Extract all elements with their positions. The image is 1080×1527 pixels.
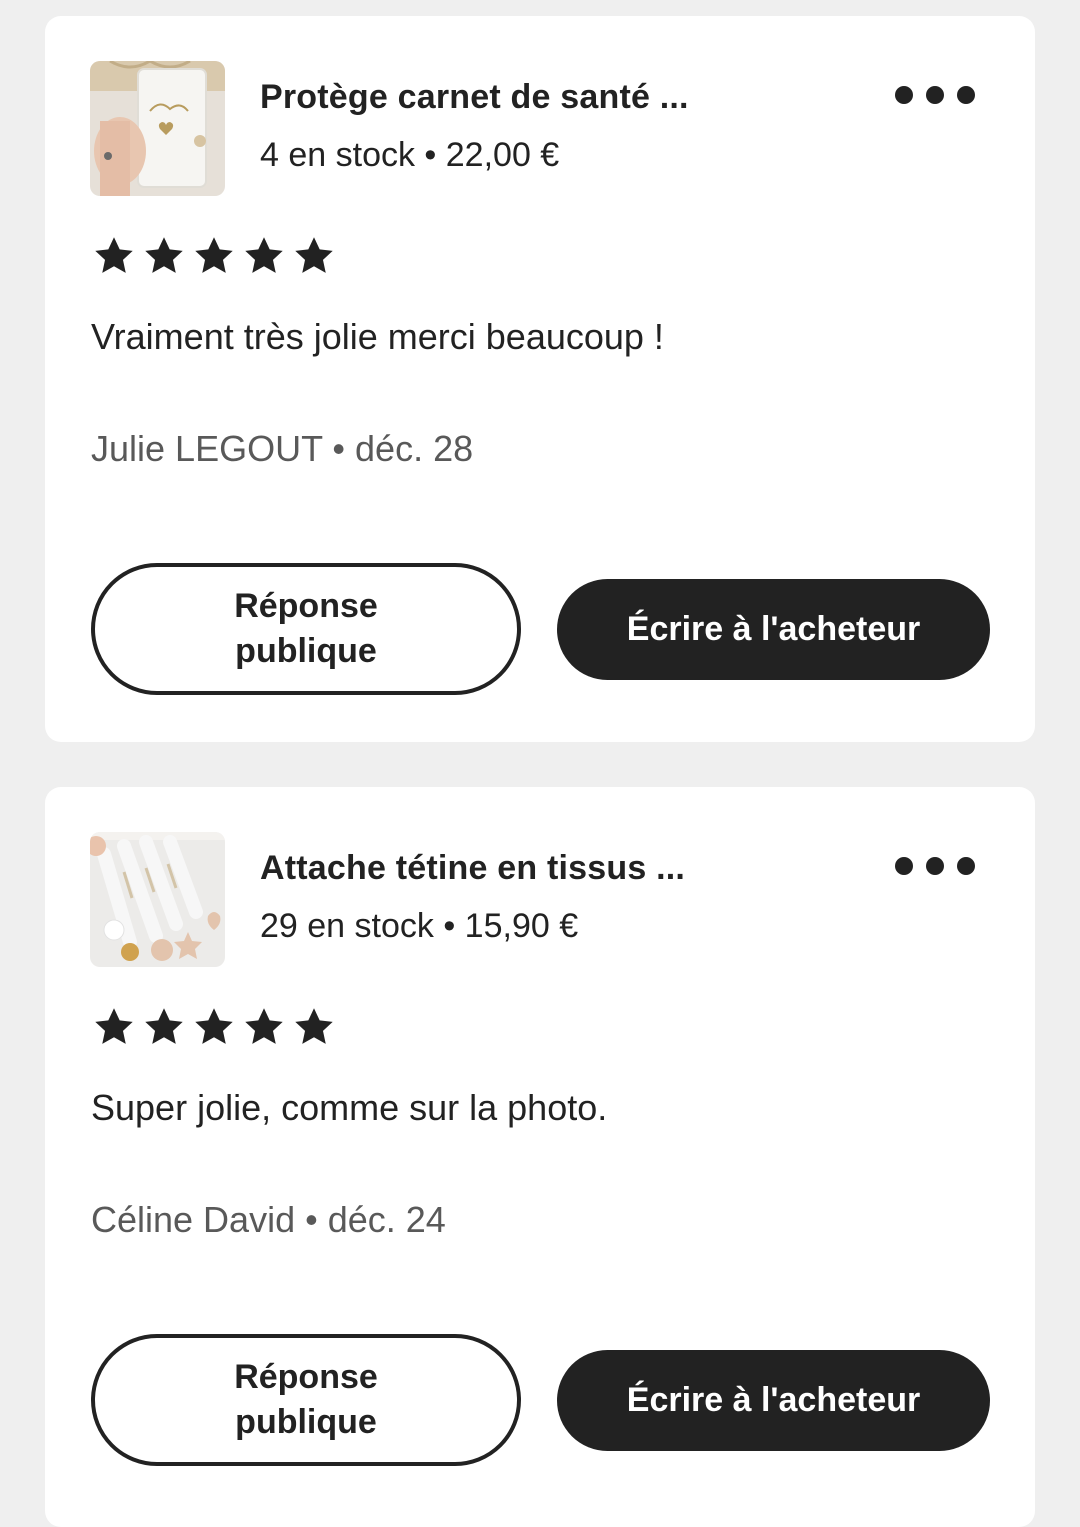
review-text: Vraiment très jolie merci beaucoup ! — [91, 316, 664, 357]
review-author-date: Julie LEGOUT • déc. 28 — [91, 428, 474, 469]
dot — [957, 857, 975, 875]
dot — [926, 857, 944, 875]
more-options-icon[interactable] — [895, 849, 975, 883]
star-icon — [245, 1008, 283, 1044]
product-title[interactable]: Attache tétine en tissus ... — [260, 849, 820, 888]
star-icon — [145, 1008, 183, 1044]
message-buyer-button[interactable]: Écrire à l'acheteur — [557, 579, 990, 680]
public-reply-label: Réponse publique — [234, 1358, 378, 1441]
star-rating — [92, 1005, 336, 1053]
review-author-date: Céline David • déc. 24 — [91, 1199, 446, 1240]
review-text: Super jolie, comme sur la photo. — [91, 1087, 608, 1128]
star-icon — [195, 1008, 233, 1044]
star-icon — [295, 1008, 333, 1044]
product-title[interactable]: Protège carnet de santé ... — [260, 78, 820, 117]
dot — [895, 86, 913, 104]
star-icon — [95, 1008, 133, 1044]
public-reply-button[interactable]: Réponse publique — [91, 563, 521, 695]
star-rating — [92, 234, 336, 282]
product-photo-icon — [90, 61, 225, 196]
dot — [957, 86, 975, 104]
dot — [895, 857, 913, 875]
product-thumbnail[interactable] — [90, 61, 225, 196]
star-icon — [245, 237, 283, 273]
public-reply-label: Réponse publique — [234, 587, 378, 670]
message-buyer-button[interactable]: Écrire à l'acheteur — [557, 1350, 990, 1451]
star-icon — [195, 237, 233, 273]
dot — [926, 86, 944, 104]
product-stock-price: 4 en stock • 22,00 € — [260, 136, 560, 174]
review-card: Protège carnet de santé ... 4 en stock •… — [45, 16, 1035, 742]
product-thumbnail[interactable] — [90, 832, 225, 967]
star-icon — [145, 237, 183, 273]
star-icon — [295, 237, 333, 273]
product-stock-price: 29 en stock • 15,90 € — [260, 907, 579, 945]
star-icon — [95, 237, 133, 273]
public-reply-button[interactable]: Réponse publique — [91, 1334, 521, 1466]
more-options-icon[interactable] — [895, 78, 975, 112]
product-photo-icon — [90, 832, 225, 967]
review-card: Attache tétine en tissus ... 29 en stock… — [45, 787, 1035, 1527]
